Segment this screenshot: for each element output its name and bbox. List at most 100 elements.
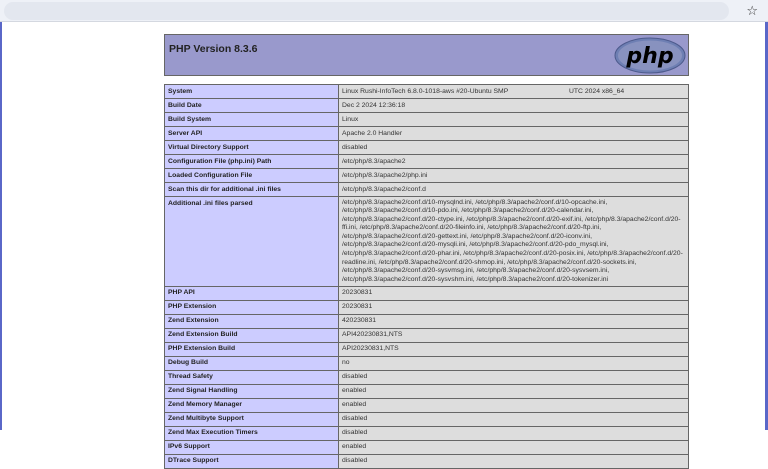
row-label: Zend Memory Manager — [164, 397, 339, 413]
table-row: Loaded Configuration File/etc/php/8.3/ap… — [164, 168, 689, 183]
value-text: /etc/php/8.3/apache2/php.ini — [342, 171, 428, 179]
row-label: Configuration File (php.ini) Path — [164, 154, 339, 169]
row-label: Additional .ini files parsed — [164, 196, 339, 287]
php-logo-icon: php — [614, 37, 686, 74]
row-value: enabled — [338, 383, 689, 399]
row-value: disabled — [338, 411, 689, 427]
row-label: Loaded Configuration File — [164, 168, 339, 183]
ini-file-line: readline.ini, /etc/php/8.3/apache2/conf.… — [342, 258, 637, 266]
row-value: 420230831 — [338, 313, 689, 329]
value-text: no — [342, 359, 350, 367]
value-text: disabled — [342, 143, 368, 151]
table-row: PHP Extension Build API20230831,NTS — [164, 341, 689, 357]
table-row: Zend Signal Handling enabled — [164, 383, 689, 399]
table-row: Zend Extension Build API420230831,NTS — [164, 327, 689, 343]
table-row: IPv6 Support enabled — [164, 439, 689, 455]
table-row: Configuration File (php.ini) Path/etc/ph… — [164, 154, 689, 169]
table-row: System Linux Rushi-InfoTech 6.8.0-1018-aw… — [164, 84, 689, 99]
value-text: enabled — [342, 443, 367, 451]
value-text: disabled — [342, 415, 368, 423]
value-text: disabled — [342, 429, 368, 437]
row-label: Thread Safety — [164, 369, 339, 385]
table-row: Debug Build no — [164, 355, 689, 371]
table-row: Zend Memory Manager enabled — [164, 397, 689, 413]
row-value: Linux Rushi-InfoTech 6.8.0-1018-aws #20-… — [338, 84, 689, 99]
table-row: Zend Extension 420230831 — [164, 313, 689, 329]
row-value: disabled — [338, 369, 689, 385]
row-label: Server API — [164, 126, 339, 141]
row-value: Dec 2 2024 12:36:18 — [338, 98, 689, 113]
row-label: Scan this dir for additional .ini files — [164, 182, 339, 197]
ini-file-line: /etc/php/8.3/apache2/conf.d/20-mysqli.in… — [342, 241, 609, 249]
value-text: API20230831,NTS — [342, 345, 399, 353]
row-label: Zend Max Execution Timers — [164, 425, 339, 441]
window-border-left — [0, 22, 2, 430]
table-row: Zend Max Execution Timers disabled — [164, 425, 689, 441]
row-label: PHP Extension — [164, 299, 339, 315]
value-text: Linux — [342, 115, 359, 123]
star-icon[interactable]: ☆ — [746, 2, 758, 20]
value-text: API420230831,NTS — [342, 331, 403, 339]
table-row: Server API Apache 2.0 Handler — [164, 126, 689, 141]
table-row: DTrace Support disabled — [164, 453, 689, 469]
address-bar[interactable] — [4, 2, 729, 20]
table-row: Virtual Directory Support disabled — [164, 140, 689, 155]
row-value: /etc/php/8.3/apache2 — [338, 154, 689, 169]
row-value: disabled — [338, 140, 689, 155]
value-text: enabled — [342, 387, 367, 395]
row-label: Debug Build — [164, 355, 339, 371]
row-value: /etc/php/8.3/apache2/conf.d — [338, 182, 689, 197]
value-text: 420230831 — [342, 317, 377, 325]
table-row: PHP API 20230831 — [164, 285, 689, 301]
table-row: PHP Extension 20230831 — [164, 299, 689, 315]
row-label: DTrace Support — [164, 453, 339, 469]
value-text: 20230831 — [342, 303, 373, 311]
table-row: Build Date Dec 2 2024 12:36:18 — [164, 98, 689, 113]
value-text: Dec 2 2024 12:36:18 — [342, 101, 406, 109]
row-value: Linux — [338, 112, 689, 127]
row-label: PHP Extension Build — [164, 341, 339, 357]
value-text: enabled — [342, 401, 367, 409]
value-text: /etc/php/8.3/apache2/conf.d — [342, 185, 426, 193]
value-text: Apache 2.0 Handler — [342, 129, 403, 137]
ini-file-line: /etc/php/8.3/apache2/conf.d/10-mysqlnd.i… — [342, 198, 608, 206]
php-logo-text: php — [625, 44, 673, 69]
ini-file-line: /etc/php/8.3/apache2/conf.d/20-gettext.i… — [342, 232, 593, 240]
row-label: Zend Multibyte Support — [164, 411, 339, 427]
row-value: API420230831,NTS — [338, 327, 689, 343]
ini-file-line: /etc/php/8.3/apache2/conf.d/20-ctype.ini… — [342, 215, 681, 223]
table-row: Scan this dir for additional .ini files /… — [164, 182, 689, 197]
row-label: Virtual Directory Support — [164, 140, 339, 155]
ini-file-line: /etc/php/8.3/apache2/conf.d/20-sysvmsg.i… — [342, 267, 610, 275]
row-value: 20230831 — [338, 285, 689, 301]
row-value: enabled — [338, 397, 689, 413]
ini-file-line: ffi.ini, /etc/php/8.3/apache2/conf.d/20-… — [342, 224, 602, 232]
value-text: Linux Rushi-InfoTech 6.8.0-1018-aws #20-… — [342, 87, 509, 95]
row-value: /etc/php/8.3/apache2/conf.d/10-mysqlnd.i… — [338, 196, 689, 287]
value-text: /etc/php/8.3/apache2 — [342, 157, 406, 165]
row-label: Zend Signal Handling — [164, 383, 339, 399]
value-text-extra: UTC 2024 x86_64 — [569, 87, 625, 95]
table-row: Build System Linux — [164, 112, 689, 127]
row-value: disabled — [338, 453, 689, 469]
row-value: no — [338, 355, 689, 371]
row-value: enabled — [338, 439, 689, 455]
php-version-header: PHP Version 8.3.6 php — [164, 34, 689, 76]
row-value: Apache 2.0 Handler — [338, 126, 689, 141]
row-value: disabled — [338, 425, 689, 441]
value-text: disabled — [342, 457, 368, 465]
ini-file-line: /etc/php/8.3/apache2/conf.d/10-pdo.ini, … — [342, 207, 594, 215]
php-info-table: System Linux Rushi-InfoTech 6.8.0-1018-aw… — [164, 84, 689, 469]
row-value: API20230831,NTS — [338, 341, 689, 357]
browser-toolbar: ☆ — [0, 0, 768, 22]
table-row: Additional .ini files parsed/etc/php/8.3… — [164, 196, 689, 287]
row-value: 20230831 — [338, 299, 689, 315]
ini-file-line: /etc/php/8.3/apache2/conf.d/20-phar.ini,… — [342, 250, 683, 258]
table-row: Zend Multibyte Support disabled — [164, 411, 689, 427]
value-text: 20230831 — [342, 289, 373, 297]
row-label: System — [164, 84, 339, 99]
row-label: IPv6 Support — [164, 439, 339, 455]
row-label: Build System — [164, 112, 339, 127]
ini-file-line: /etc/php/8.3/apache2/conf.d/20-sysvshm.i… — [342, 275, 609, 283]
value-text: disabled — [342, 373, 368, 381]
